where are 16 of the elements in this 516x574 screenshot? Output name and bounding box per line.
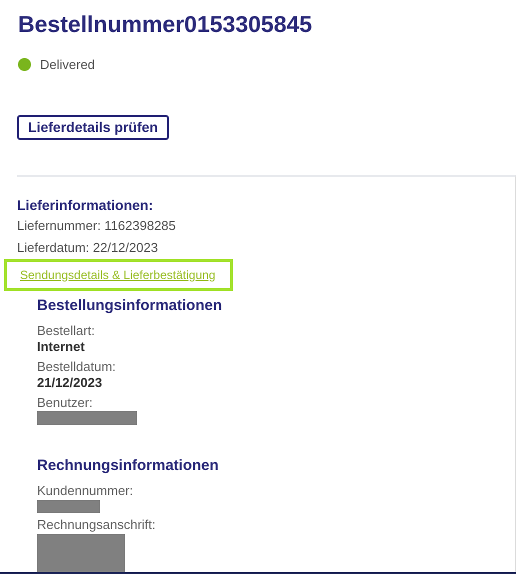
field-value: Internet	[37, 338, 86, 354]
field-value: 21/12/2023	[37, 374, 104, 390]
delivery-info: Liefernummer: 1162398285	[17, 216, 177, 234]
field-label: Rechnungsanschrift:	[37, 516, 157, 532]
field-label: Kundennummer:	[37, 482, 134, 498]
field-label: Bestelldatum:	[37, 358, 117, 374]
check-delivery-button[interactable]: Lieferdetails prüfen	[17, 114, 169, 140]
field-label: Benutzer:	[37, 394, 94, 410]
delivery-heading: Lieferinformationen:	[17, 196, 154, 214]
redaction-bar	[37, 500, 100, 512]
section-heading: Bestellungsinformationen	[37, 296, 224, 316]
section-heading: Rechnungsinformationen	[37, 456, 220, 476]
order-title: Bestellnummer0153305845	[18, 10, 314, 39]
status-label: Delivered	[40, 56, 95, 74]
delivery-info: Lieferdatum: 22/12/2023	[17, 238, 159, 256]
field-label: Bestellart:	[37, 322, 96, 338]
